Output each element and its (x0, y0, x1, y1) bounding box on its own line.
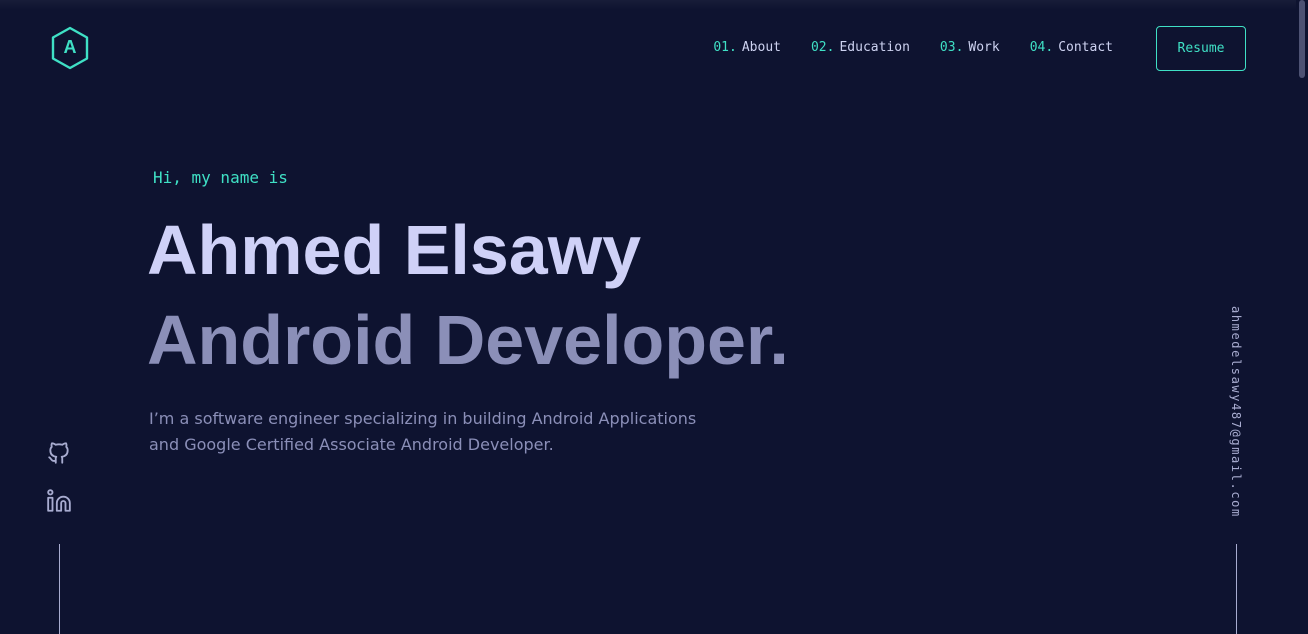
nav-item-number: 03. (939, 40, 964, 55)
nav-item-education[interactable]: 02. Education (811, 40, 910, 55)
page-scrollbar[interactable] (1296, 0, 1308, 634)
hexagon-logo-icon: A (51, 26, 89, 70)
hero-role: Android Developer. (147, 301, 789, 379)
email-link[interactable]: ahmedelsawy487@gmail.com (1229, 306, 1243, 518)
social-links (46, 440, 72, 536)
nav-item-contact[interactable]: 04. Contact (1030, 40, 1113, 55)
right-rail-line (1236, 544, 1237, 634)
nav-item-work[interactable]: 03. Work (940, 40, 1000, 55)
nav-item-number: 04. (1029, 40, 1054, 55)
logo-link[interactable]: A (50, 26, 90, 70)
nav-item-label: Education (839, 40, 910, 55)
nav-item-number: 02. (810, 40, 835, 55)
hero-bio-line: I’m a software engineer specializing in … (149, 409, 697, 428)
header-shadow (0, 0, 1296, 10)
main-nav: 01. About 02. Education 03. Work 04. Contact (713, 40, 1113, 55)
logo-letter: A (64, 37, 77, 57)
hero-greeting: Hi, my name is (153, 168, 288, 187)
github-link[interactable] (46, 440, 72, 466)
nav-item-number: 01. (713, 40, 737, 55)
nav-item-label: Work (968, 40, 1000, 55)
site-header: A 01. About 02. Education 03. Work 04. Conta… (0, 0, 1296, 96)
hero-bio: I’m a software engineer specializing in … (149, 406, 709, 458)
linkedin-icon (47, 489, 71, 512)
scrollbar-thumb[interactable] (1299, 0, 1305, 78)
hero-name: Ahmed Elsawy (147, 211, 642, 289)
nav-item-about[interactable]: 01. About (713, 40, 781, 55)
nav-item-label: About (741, 40, 781, 55)
hero-bio-line: and Google Certified Associate Android D… (149, 435, 554, 454)
left-rail-line (59, 544, 60, 634)
nav-item-label: Contact (1058, 40, 1113, 55)
github-icon (48, 442, 69, 464)
linkedin-link[interactable] (46, 488, 72, 514)
resume-button[interactable]: Resume (1156, 26, 1246, 71)
